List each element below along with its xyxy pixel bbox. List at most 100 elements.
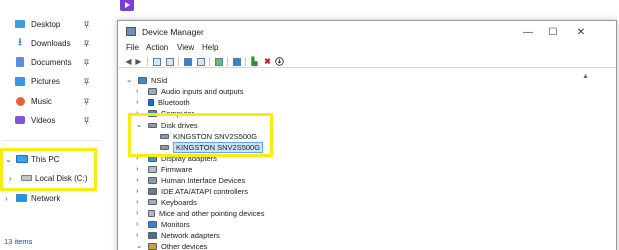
chevron-right-icon[interactable]: ›	[136, 208, 139, 217]
chevron-down-icon[interactable]: ⌄	[126, 75, 132, 84]
toolbar-divider	[209, 57, 210, 66]
chevron-down-icon[interactable]: ⌄	[136, 241, 142, 250]
nav-divider	[2, 140, 102, 141]
quick-access-label: Downloads	[31, 38, 71, 48]
vertical-scrollbar[interactable]	[584, 69, 616, 250]
category-label: Firmware	[161, 164, 193, 174]
pin-icon	[83, 21, 90, 28]
pictures-icon	[15, 76, 25, 86]
network-icon	[16, 194, 27, 202]
toolbar-divider	[147, 57, 148, 66]
tree-category-node[interactable]: › Human Interface Devices	[136, 175, 246, 185]
properties-icon[interactable]	[165, 57, 174, 66]
category-label: Network adapters	[161, 230, 220, 240]
chevron-right-icon[interactable]: ›	[136, 219, 139, 228]
tree-root-node[interactable]: ⌄ NSid	[126, 75, 167, 85]
network-label: Network	[31, 193, 61, 203]
monitor-icon	[148, 220, 157, 228]
forward-arrow-icon[interactable]: ▶	[134, 57, 143, 66]
tree-category-node[interactable]: › Mice and other pointing devices	[136, 208, 265, 218]
window-title: Device Manager	[142, 27, 204, 37]
tree-category-node[interactable]: ⌄ Other devices	[136, 241, 208, 250]
mouse-icon	[148, 209, 155, 217]
tree-category-node[interactable]: › Monitors	[136, 219, 190, 229]
quick-access-videos[interactable]: Videos	[0, 111, 108, 129]
ide-icon	[148, 187, 157, 195]
category-label: IDE ATA/ATAPI controllers	[161, 186, 248, 196]
app-launch-icon[interactable]	[120, 0, 134, 11]
minimize-button[interactable]: —	[515, 24, 541, 40]
category-label: Mice and other pointing devices	[159, 208, 265, 218]
scroll-up-arrow-icon[interactable]: ▲	[582, 73, 589, 80]
chevron-right-icon[interactable]: ›	[136, 164, 139, 173]
uninstall-device-icon[interactable]: ✖	[263, 57, 272, 66]
item-count-status: 13 items	[4, 237, 33, 246]
show-hide-tree-icon[interactable]	[152, 57, 161, 66]
menu-action[interactable]: Action	[146, 43, 168, 52]
highlight-disk-drives-box	[128, 113, 273, 157]
chevron-right-icon[interactable]: ›	[136, 230, 139, 239]
desktop-folder-icon	[15, 19, 25, 29]
documents-icon	[15, 57, 25, 67]
chevron-right-icon[interactable]: ›	[136, 86, 139, 95]
quick-access-label: Music	[31, 96, 52, 106]
category-label: Human Interface Devices	[161, 175, 246, 185]
chevron-right-icon[interactable]: ›	[136, 197, 139, 206]
disable-device-icon[interactable]	[275, 57, 284, 66]
category-label: Monitors	[161, 219, 190, 229]
quick-access-label: Pictures	[31, 76, 60, 86]
quick-access-downloads[interactable]: ⭳ Downloads	[0, 34, 108, 52]
view-icon[interactable]	[196, 57, 205, 66]
chevron-right-icon[interactable]: ›	[5, 194, 8, 203]
audio-icon	[148, 87, 157, 95]
tree-category-node[interactable]: › Firmware	[136, 164, 193, 174]
menu-file[interactable]: File	[126, 43, 139, 52]
quick-access-label: Desktop	[31, 19, 61, 29]
toolbar-divider	[178, 57, 179, 66]
toolbar-divider	[245, 57, 246, 66]
device-tree: ⌄ NSid › Audio inputs and outputs › Blue…	[118, 69, 584, 250]
chevron-right-icon[interactable]: ›	[136, 175, 139, 184]
category-label: Other devices	[161, 241, 208, 250]
keyboard-icon	[148, 199, 157, 205]
pin-icon	[83, 78, 90, 85]
menu-view[interactable]: View	[177, 43, 194, 52]
toolbar: ◀ ▶ ▙ ✖	[118, 55, 616, 68]
maximize-button[interactable]: ☐	[540, 24, 566, 40]
highlight-this-pc-box	[0, 148, 97, 191]
tree-category-node[interactable]: › Bluetooth	[136, 97, 190, 107]
category-label: Keyboards	[161, 197, 197, 207]
computer-host-icon	[138, 76, 147, 84]
chevron-right-icon[interactable]: ›	[136, 186, 139, 195]
update-driver-icon[interactable]: ▙	[250, 57, 259, 66]
quick-access-label: Documents	[31, 57, 72, 67]
refresh-icon[interactable]	[214, 57, 223, 66]
quick-access-documents[interactable]: Documents	[0, 53, 108, 71]
tree-category-node[interactable]: › Keyboards	[136, 197, 197, 207]
toolbar-divider	[227, 57, 228, 66]
music-icon	[15, 96, 25, 106]
network-adapter-icon	[148, 231, 157, 239]
pin-icon	[83, 117, 90, 124]
menu-help[interactable]: Help	[202, 43, 218, 52]
back-arrow-icon[interactable]: ◀	[124, 57, 133, 66]
downloads-icon: ⭳	[18, 37, 22, 48]
scan-hardware-icon[interactable]	[232, 57, 241, 66]
tree-category-node[interactable]: › IDE ATA/ATAPI controllers	[136, 186, 248, 196]
menu-bar: File Action View Help	[118, 42, 616, 55]
close-button[interactable]: ✕	[568, 24, 594, 40]
quick-access-music[interactable]: Music	[0, 92, 108, 110]
tree-category-node[interactable]: › Audio inputs and outputs	[136, 86, 244, 96]
category-label: Bluetooth	[158, 97, 190, 107]
device-manager-icon	[126, 27, 136, 36]
help-icon[interactable]	[183, 57, 192, 66]
category-label: Audio inputs and outputs	[161, 86, 244, 96]
bluetooth-icon	[148, 98, 154, 106]
quick-access-pictures[interactable]: Pictures	[0, 72, 108, 90]
title-bar[interactable]: Device Manager — ☐ ✕	[118, 21, 616, 43]
nav-network[interactable]: › Network	[0, 190, 96, 206]
tree-category-node[interactable]: › Network adapters	[136, 230, 220, 240]
device-manager-window: Device Manager — ☐ ✕ File Action View He…	[117, 20, 617, 250]
chevron-right-icon[interactable]: ›	[136, 97, 139, 106]
quick-access-desktop[interactable]: Desktop	[0, 15, 108, 33]
